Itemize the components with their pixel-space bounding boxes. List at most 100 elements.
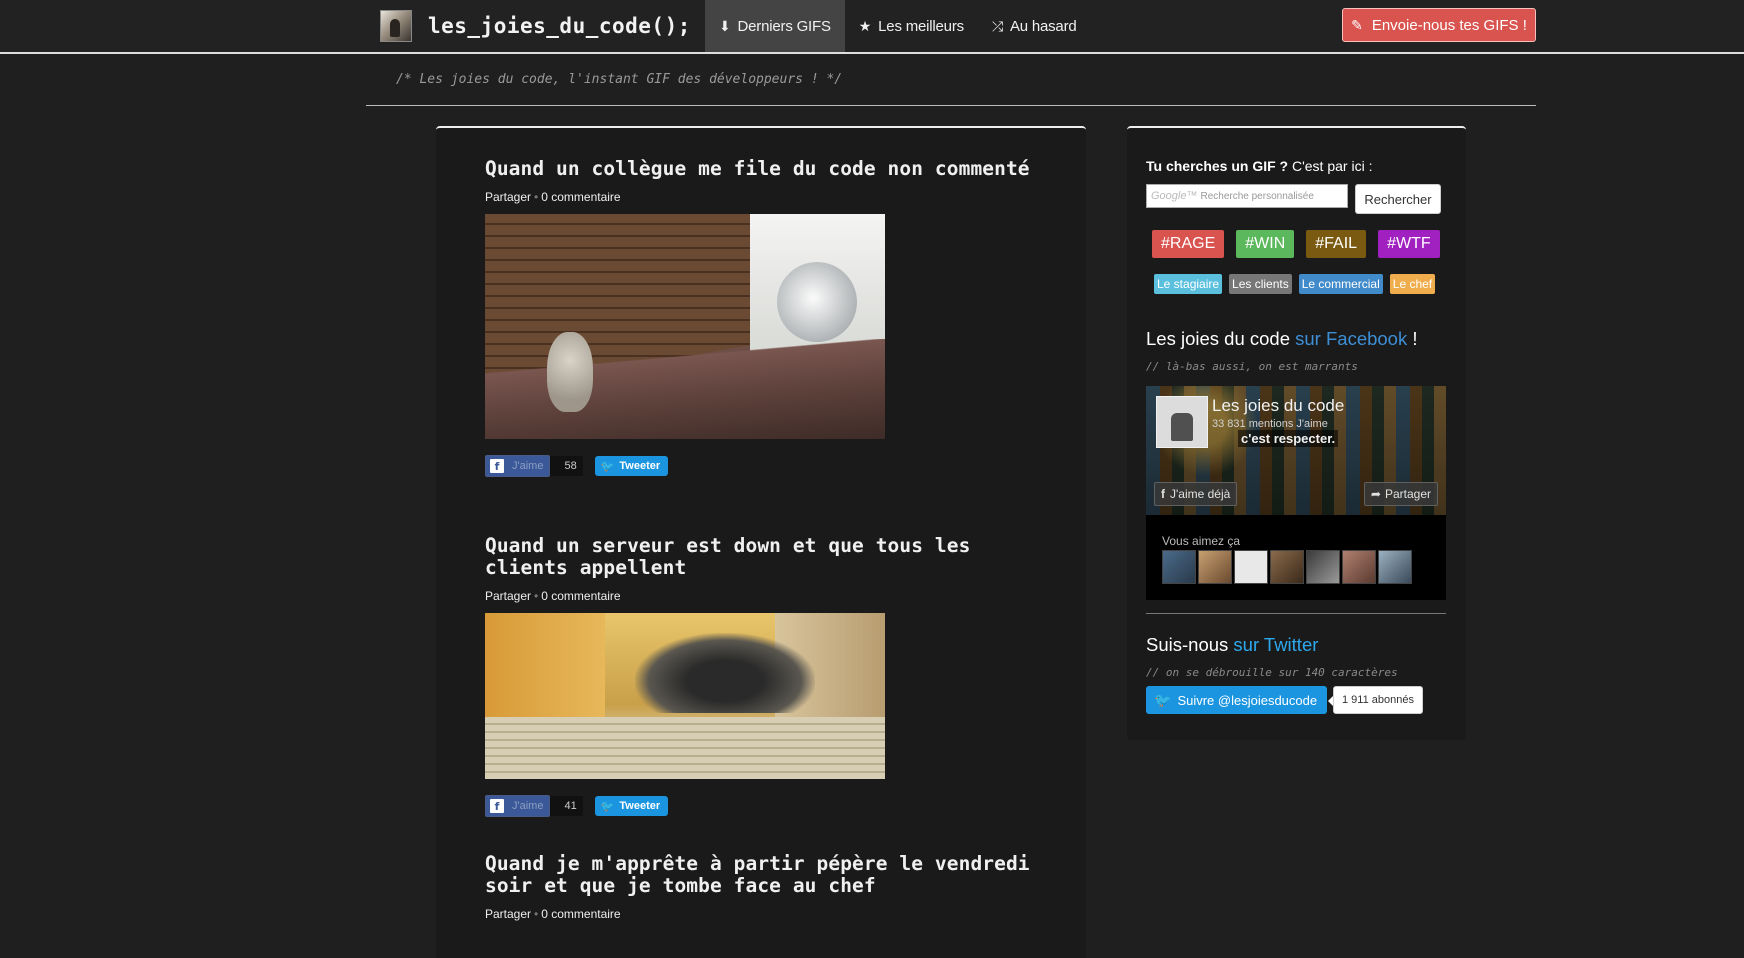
twitter-follow-label: Suivre @lesjoiesducode [1177, 692, 1318, 708]
nav-item-label: Les meilleurs [878, 17, 964, 35]
brand-logo[interactable] [380, 10, 412, 42]
shuffle-icon: ⤮ [991, 17, 1003, 34]
twitter-heading-pre: Suis-nous [1146, 634, 1234, 655]
facebook-page-widget: Les joies du code 33 831 mentions J'aime… [1146, 386, 1446, 600]
facebook-page-likes: 33 831 mentions J'aime [1212, 418, 1328, 430]
avatar[interactable] [1342, 550, 1376, 584]
avatar[interactable] [1162, 550, 1196, 584]
site-tagline: /* Les joies du code, l'instant GIF des … [396, 72, 843, 87]
twitter-subtitle: // on se débrouille sur 140 caractères [1146, 666, 1398, 679]
main-nav: ⬇ Derniers GIFS ★ Les meilleurs ⤮ Au has… [705, 0, 1091, 52]
post-title[interactable]: Quand un collègue me file du code non co… [485, 158, 1045, 180]
post-feed: Quand un collègue me file du code non co… [436, 126, 1086, 958]
post: Quand un collègue me file du code non co… [485, 158, 1045, 477]
facebook-heading-post: ! [1407, 328, 1418, 349]
share-arrow-icon: ➦ [1370, 487, 1381, 501]
facebook-link[interactable]: sur Facebook [1295, 328, 1407, 349]
gif-scene-stairs [485, 717, 885, 779]
submit-gifs-button[interactable]: ✎ Envoie-nous tes GIFS ! [1342, 8, 1536, 42]
post-title[interactable]: Quand un serveur est down et que tous le… [485, 535, 1045, 579]
share-link[interactable]: Partager [485, 190, 531, 204]
facebook-page-avatar[interactable] [1156, 396, 1208, 448]
facebook-liked-label: J'aime déjà [1170, 487, 1231, 501]
social-buttons: f J'aime 41 🐦 Tweeter [485, 795, 1045, 817]
search-input[interactable]: Google™ Recherche personnalisée [1146, 184, 1348, 208]
facebook-likers-label: Vous aimez ça [1162, 534, 1241, 548]
facebook-share-button[interactable]: ➦ Partager [1363, 482, 1438, 506]
tag-boss[interactable]: Le chef [1389, 274, 1436, 294]
gif-scene-owl [547, 332, 593, 412]
share-link[interactable]: Partager [485, 589, 531, 603]
comments-link[interactable]: 0 commentaire [541, 190, 620, 204]
facebook-heading: Les joies du code sur Facebook ! [1146, 328, 1418, 350]
mood-tags: #RAGE #WIN #FAIL #WTF [1152, 230, 1440, 258]
comments-link[interactable]: 0 commentaire [541, 589, 620, 603]
tweet-button[interactable]: 🐦 Tweeter [594, 456, 669, 476]
tweet-button[interactable]: 🐦 Tweeter [594, 796, 669, 816]
gif-scene-satellite-dish [777, 262, 857, 342]
social-buttons: f J'aime 58 🐦 Tweeter [485, 455, 1045, 477]
pencil-icon: ✎ [1351, 16, 1363, 33]
post-gif[interactable] [485, 613, 885, 779]
facebook-like-label: J'aime [512, 460, 544, 472]
tag-fail[interactable]: #FAIL [1306, 230, 1367, 258]
search-title: Tu cherches un GIF ? C'est par ici : [1146, 158, 1372, 174]
facebook-like-button[interactable]: f J'aime [485, 795, 551, 817]
nav-item-label: Derniers GIFS [737, 17, 831, 35]
facebook-share-label: Partager [1384, 487, 1431, 501]
brand[interactable]: les_joies_du_code(); [380, 10, 691, 42]
twitter-bird-icon: 🐦 [600, 800, 615, 813]
post-meta: Partager • 0 commentaire [485, 190, 1045, 204]
twitter-follow-button[interactable]: 🐦 Suivre @lesjoiesducode [1146, 686, 1328, 714]
avatar[interactable] [1306, 550, 1340, 584]
facebook-liked-button[interactable]: f J'aime déjà [1154, 482, 1238, 506]
header-divider [366, 105, 1536, 106]
post: Quand je m'apprête à partir pépère le ve… [485, 853, 1045, 922]
nav-item-random[interactable]: ⤮ Au hasard [978, 0, 1091, 52]
search-title-rest: C'est par ici : [1288, 158, 1373, 174]
tag-salesman[interactable]: Le commercial [1298, 274, 1383, 294]
meta-separator: • [534, 190, 539, 204]
facebook-like-count: 41 [550, 796, 583, 816]
search-title-bold: Tu cherches un GIF ? [1146, 158, 1289, 174]
search-button[interactable]: Rechercher [1355, 184, 1441, 214]
avatar[interactable] [1378, 550, 1412, 584]
brand-title[interactable]: les_joies_du_code(); [428, 14, 691, 38]
share-link[interactable]: Partager [485, 907, 531, 921]
comments-link[interactable]: 0 commentaire [541, 907, 620, 921]
facebook-page-name[interactable]: Les joies du code [1212, 396, 1344, 416]
sidebar: Tu cherches un GIF ? C'est par ici : Goo… [1127, 126, 1466, 740]
avatar[interactable] [1270, 550, 1304, 584]
star-icon: ★ [858, 17, 872, 34]
gif-scene-crowd [635, 633, 815, 713]
nav-item-latest[interactable]: ⬇ Derniers GIFS [705, 0, 845, 52]
facebook-like-count: 58 [550, 456, 583, 476]
tag-win[interactable]: #WIN [1236, 230, 1295, 258]
post-meta: Partager • 0 commentaire [485, 907, 1045, 921]
nav-item-best[interactable]: ★ Les meilleurs [845, 0, 978, 52]
submit-gifs-label: Envoie-nous tes GIFS ! [1371, 16, 1527, 34]
facebook-cover-image[interactable]: Les joies du code 33 831 mentions J'aime… [1146, 386, 1446, 515]
nav-item-label: Au hasard [1009, 17, 1077, 35]
twitter-link[interactable]: sur Twitter [1233, 634, 1318, 655]
gif-scene-roof [485, 339, 885, 439]
download-circle-icon: ⬇ [719, 17, 731, 34]
tweet-label: Tweeter [619, 800, 661, 812]
avatar[interactable] [1198, 550, 1232, 584]
avatar[interactable] [1234, 550, 1268, 584]
google-logo: Google™ [1151, 190, 1198, 202]
tag-rage[interactable]: #RAGE [1152, 230, 1225, 258]
meta-separator: • [534, 907, 539, 921]
twitter-follower-count: 1 911 abonnés [1328, 686, 1423, 714]
tag-wtf[interactable]: #WTF [1378, 230, 1440, 258]
post-title[interactable]: Quand je m'apprête à partir pépère le ve… [485, 853, 1045, 897]
cover-caption: c'est respecter. [1238, 430, 1339, 447]
gif-scene-building-left [485, 613, 605, 723]
facebook-icon: f [1161, 487, 1165, 501]
facebook-like-button[interactable]: f J'aime [485, 455, 551, 477]
tag-clients[interactable]: Les clients [1229, 274, 1292, 294]
facebook-likers-avatars [1162, 550, 1412, 584]
meta-separator: • [534, 589, 539, 603]
tag-intern[interactable]: Le stagiaire [1154, 274, 1223, 294]
post-gif[interactable] [485, 214, 885, 439]
